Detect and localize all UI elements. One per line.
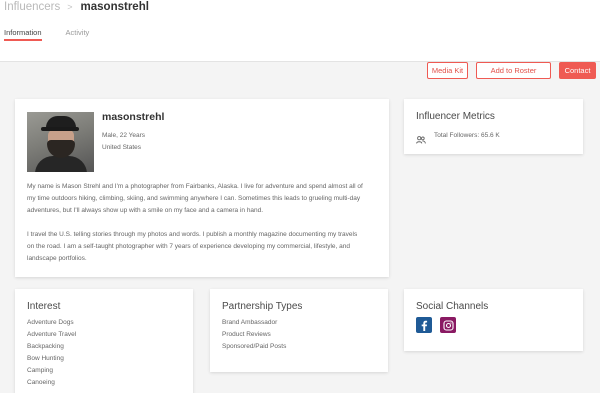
metrics-title: Influencer Metrics [416, 111, 495, 122]
bio-paragraph-2: I travel the U.S. telling stories throug… [27, 229, 389, 265]
partnership-item: Brand Ambassador [222, 319, 278, 326]
tab-bar: Information Activity [4, 27, 89, 41]
tab-activity[interactable]: Activity [66, 27, 90, 41]
interest-item: Adventure Travel [27, 331, 77, 338]
metrics-card: Influencer Metrics Total Followers: 65.6… [404, 99, 583, 154]
partnership-list: Brand Ambassador Product Reviews Sponsor… [222, 317, 286, 353]
page-title: masonstrehl [80, 1, 149, 13]
bio-line: adventures, but I'll always show up with… [27, 207, 264, 214]
profile-username: masonstrehl [102, 111, 165, 123]
top-bar: Influencers > masonstrehl Information Ac… [0, 0, 600, 62]
social-title: Social Channels [416, 301, 489, 312]
tab-information[interactable]: Information [4, 27, 42, 41]
interest-item: Adventure Dogs [27, 319, 74, 326]
partnership-title: Partnership Types [222, 301, 303, 312]
instagram-icon[interactable] [440, 317, 456, 333]
bio-line: my time outdoors hiking, climbing, skiin… [27, 195, 361, 202]
total-followers: Total Followers: 65.6 K [434, 131, 500, 139]
profile-gender-age: Male, 22 Years [102, 132, 146, 139]
facebook-icon[interactable] [416, 317, 432, 333]
breadcrumb: Influencers > masonstrehl [4, 0, 149, 14]
interest-item: Canoeing [27, 379, 55, 386]
partnership-item: Sponsored/Paid Posts [222, 343, 287, 350]
profile-card: masonstrehl Male, 22 Years United States… [15, 99, 389, 277]
partnership-card: Partnership Types Brand Ambassador Produ… [210, 289, 388, 372]
avatar [27, 112, 94, 172]
followers-row: Total Followers: 65.6 K [416, 131, 500, 144]
bio-line: landscape portfolios. [27, 255, 87, 262]
interest-item: Bow Hunting [27, 355, 64, 362]
interest-card: Interest Adventure Dogs Adventure Travel… [15, 289, 193, 393]
social-icons [416, 317, 456, 333]
bio-paragraph-1: My name is Mason Strehl and I'm a photog… [27, 181, 389, 217]
users-icon [416, 131, 426, 144]
bio-line: on the road. I am a self-taught photogra… [27, 243, 351, 250]
interest-list: Adventure Dogs Adventure Travel Backpack… [27, 317, 76, 389]
add-to-roster-button[interactable]: Add to Roster [476, 62, 551, 79]
partnership-item: Product Reviews [222, 331, 271, 338]
media-kit-button[interactable]: Media Kit [427, 62, 468, 79]
bio-line: I travel the U.S. telling stories throug… [27, 231, 358, 238]
profile-location: United States [102, 144, 142, 151]
social-card: Social Channels [404, 289, 583, 351]
bio-line: My name is Mason Strehl and I'm a photog… [27, 183, 363, 190]
interest-item: Camping [27, 367, 54, 374]
contact-button[interactable]: Contact [559, 62, 596, 79]
breadcrumb-separator: > [67, 2, 73, 12]
interest-title: Interest [27, 301, 61, 312]
interest-item: Backpacking [27, 343, 64, 350]
breadcrumb-influencers-link[interactable]: Influencers [4, 1, 60, 13]
